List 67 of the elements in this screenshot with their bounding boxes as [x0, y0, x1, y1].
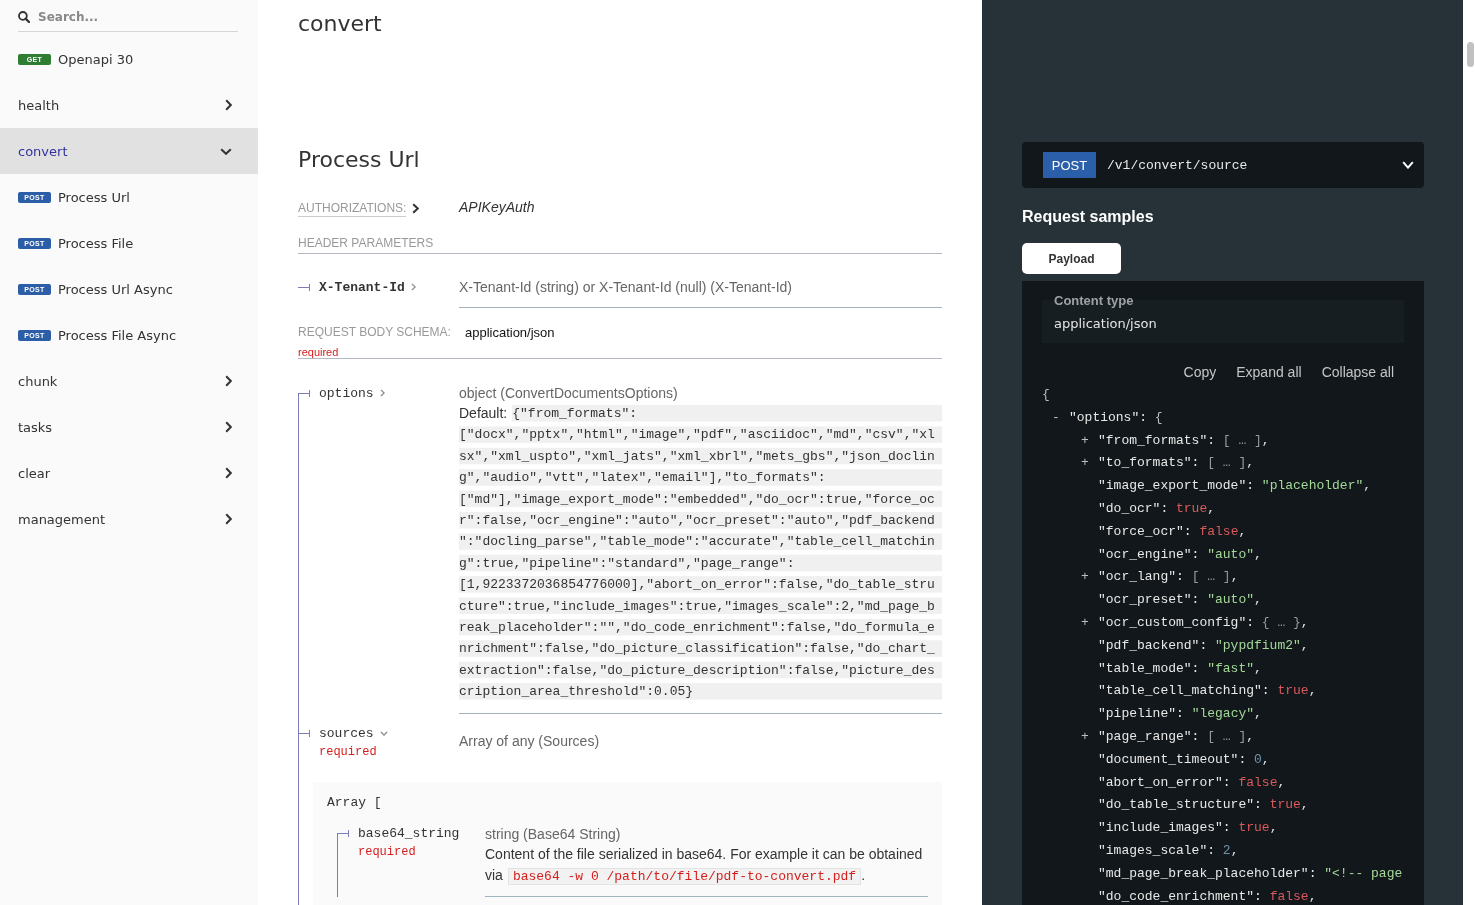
- required-label: required: [298, 346, 339, 358]
- code-line: "do_table_structure": true,: [1097, 796, 1309, 815]
- chevron-down-icon: [1402, 161, 1414, 169]
- code-line: "do_code_enrichment": false,: [1097, 887, 1317, 905]
- code-line: "table_mode": "fast",: [1097, 659, 1262, 678]
- code-line: "do_ocr": true,: [1097, 500, 1216, 518]
- code-line: "pipeline": "legacy",: [1097, 705, 1262, 724]
- property-name[interactable]: sources: [319, 726, 388, 742]
- tree-bullet-icon: [298, 730, 310, 738]
- sidebar-item[interactable]: management: [0, 496, 258, 542]
- property-description: Content of the file serialized in base64. For example it can be obtained via base64 -w 0 /path/to/file/pdf-to-convert.pdf .: [485, 844, 924, 886]
- code-line: + "to_formats": [ … ],: [1081, 454, 1255, 473]
- copy-button[interactable]: Copy: [1183, 362, 1217, 382]
- auth-scheme: APIKeyAuth: [459, 199, 535, 215]
- property-type: Array of any (Sources): [459, 733, 600, 750]
- default-label: Default:: [459, 403, 513, 425]
- code-line: + "from_formats": [ … ],: [1081, 431, 1270, 450]
- code-line: "pdf_backend": "pypdfium2",: [1097, 636, 1309, 655]
- property-type: string (Base64 String): [485, 825, 621, 842]
- property-type: X-Tenant-Id (string) or X-Tenant-Id (null) (X-Tenant-Id): [459, 279, 792, 295]
- property-name: base64_string: [358, 826, 460, 842]
- expand-all-button[interactable]: Expand all: [1236, 362, 1302, 382]
- property-name[interactable]: X-Tenant-Id: [319, 279, 416, 295]
- content-type-value: application/json: [1054, 316, 1157, 331]
- content-type-label: Content type: [1054, 293, 1134, 308]
- code-line: "table_cell_matching": true,: [1097, 682, 1317, 701]
- tree-bullet-icon: [298, 389, 310, 397]
- code-line: "ocr_engine": "auto",: [1097, 545, 1262, 564]
- endpoint-path: /v1/convert/source: [1107, 157, 1248, 173]
- method-badge: POST: [1043, 152, 1096, 178]
- code-line: + "page_range": [ … ],: [1081, 727, 1255, 746]
- property-name[interactable]: options: [319, 385, 385, 401]
- code-line: {: [1042, 386, 1050, 404]
- tree-bullet-icon: [298, 283, 310, 291]
- section-label: REQUEST BODY SCHEMA:: [298, 325, 451, 340]
- content-type-value: application/json: [464, 325, 555, 340]
- code-line: "include_images": true,: [1097, 819, 1278, 838]
- scrollbar-thumb[interactable]: [1467, 42, 1474, 67]
- code-line: "abort_on_error": false,: [1097, 773, 1286, 792]
- code-line: "ocr_preset": "auto",: [1097, 591, 1262, 610]
- payload-tab[interactable]: Payload: [1022, 243, 1121, 274]
- code-line: - "options": {: [1052, 408, 1163, 427]
- operation-title: Process Url: [298, 146, 421, 174]
- section-title: convert: [298, 10, 383, 38]
- tree-bullet-icon: [337, 830, 349, 838]
- collapse-all-button[interactable]: Collapse all: [1321, 362, 1394, 382]
- array-label: Array [: [327, 794, 382, 810]
- code-line: + "ocr_custom_config": { … },: [1081, 613, 1309, 632]
- required-label: required: [319, 744, 377, 759]
- code-line: "md_page_break_placeholder": "<!-- page: [1097, 864, 1403, 883]
- code-line: + "ocr_lang": [ … ],: [1081, 568, 1239, 587]
- endpoint-bar[interactable]: POST /v1/convert/source: [1022, 142, 1424, 188]
- sidebar-item[interactable]: convert: [0, 128, 258, 174]
- property-type: object (ConvertDocumentsOptions): [459, 385, 678, 401]
- samples-title: Request samples: [1022, 207, 1155, 227]
- search-field[interactable]: Search...: [18, 3, 238, 32]
- code-line: "images_scale": 2,: [1097, 841, 1239, 860]
- search-icon: [18, 11, 30, 23]
- sidebar-item[interactable]: health: [0, 82, 258, 128]
- code-line: "image_export_mode": "placeholder",: [1097, 477, 1372, 496]
- code-line: "document_timeout": 0,: [1097, 750, 1270, 769]
- required-label: required: [358, 844, 416, 859]
- sidebar-item[interactable]: chunk: [0, 358, 258, 404]
- section-label: HEADER PARAMETERS: [298, 236, 434, 250]
- code-line: "force_ocr": false,: [1097, 522, 1247, 541]
- sidebar-item[interactable]: tasks: [0, 404, 258, 450]
- sidebar-item[interactable]: clear: [0, 450, 258, 496]
